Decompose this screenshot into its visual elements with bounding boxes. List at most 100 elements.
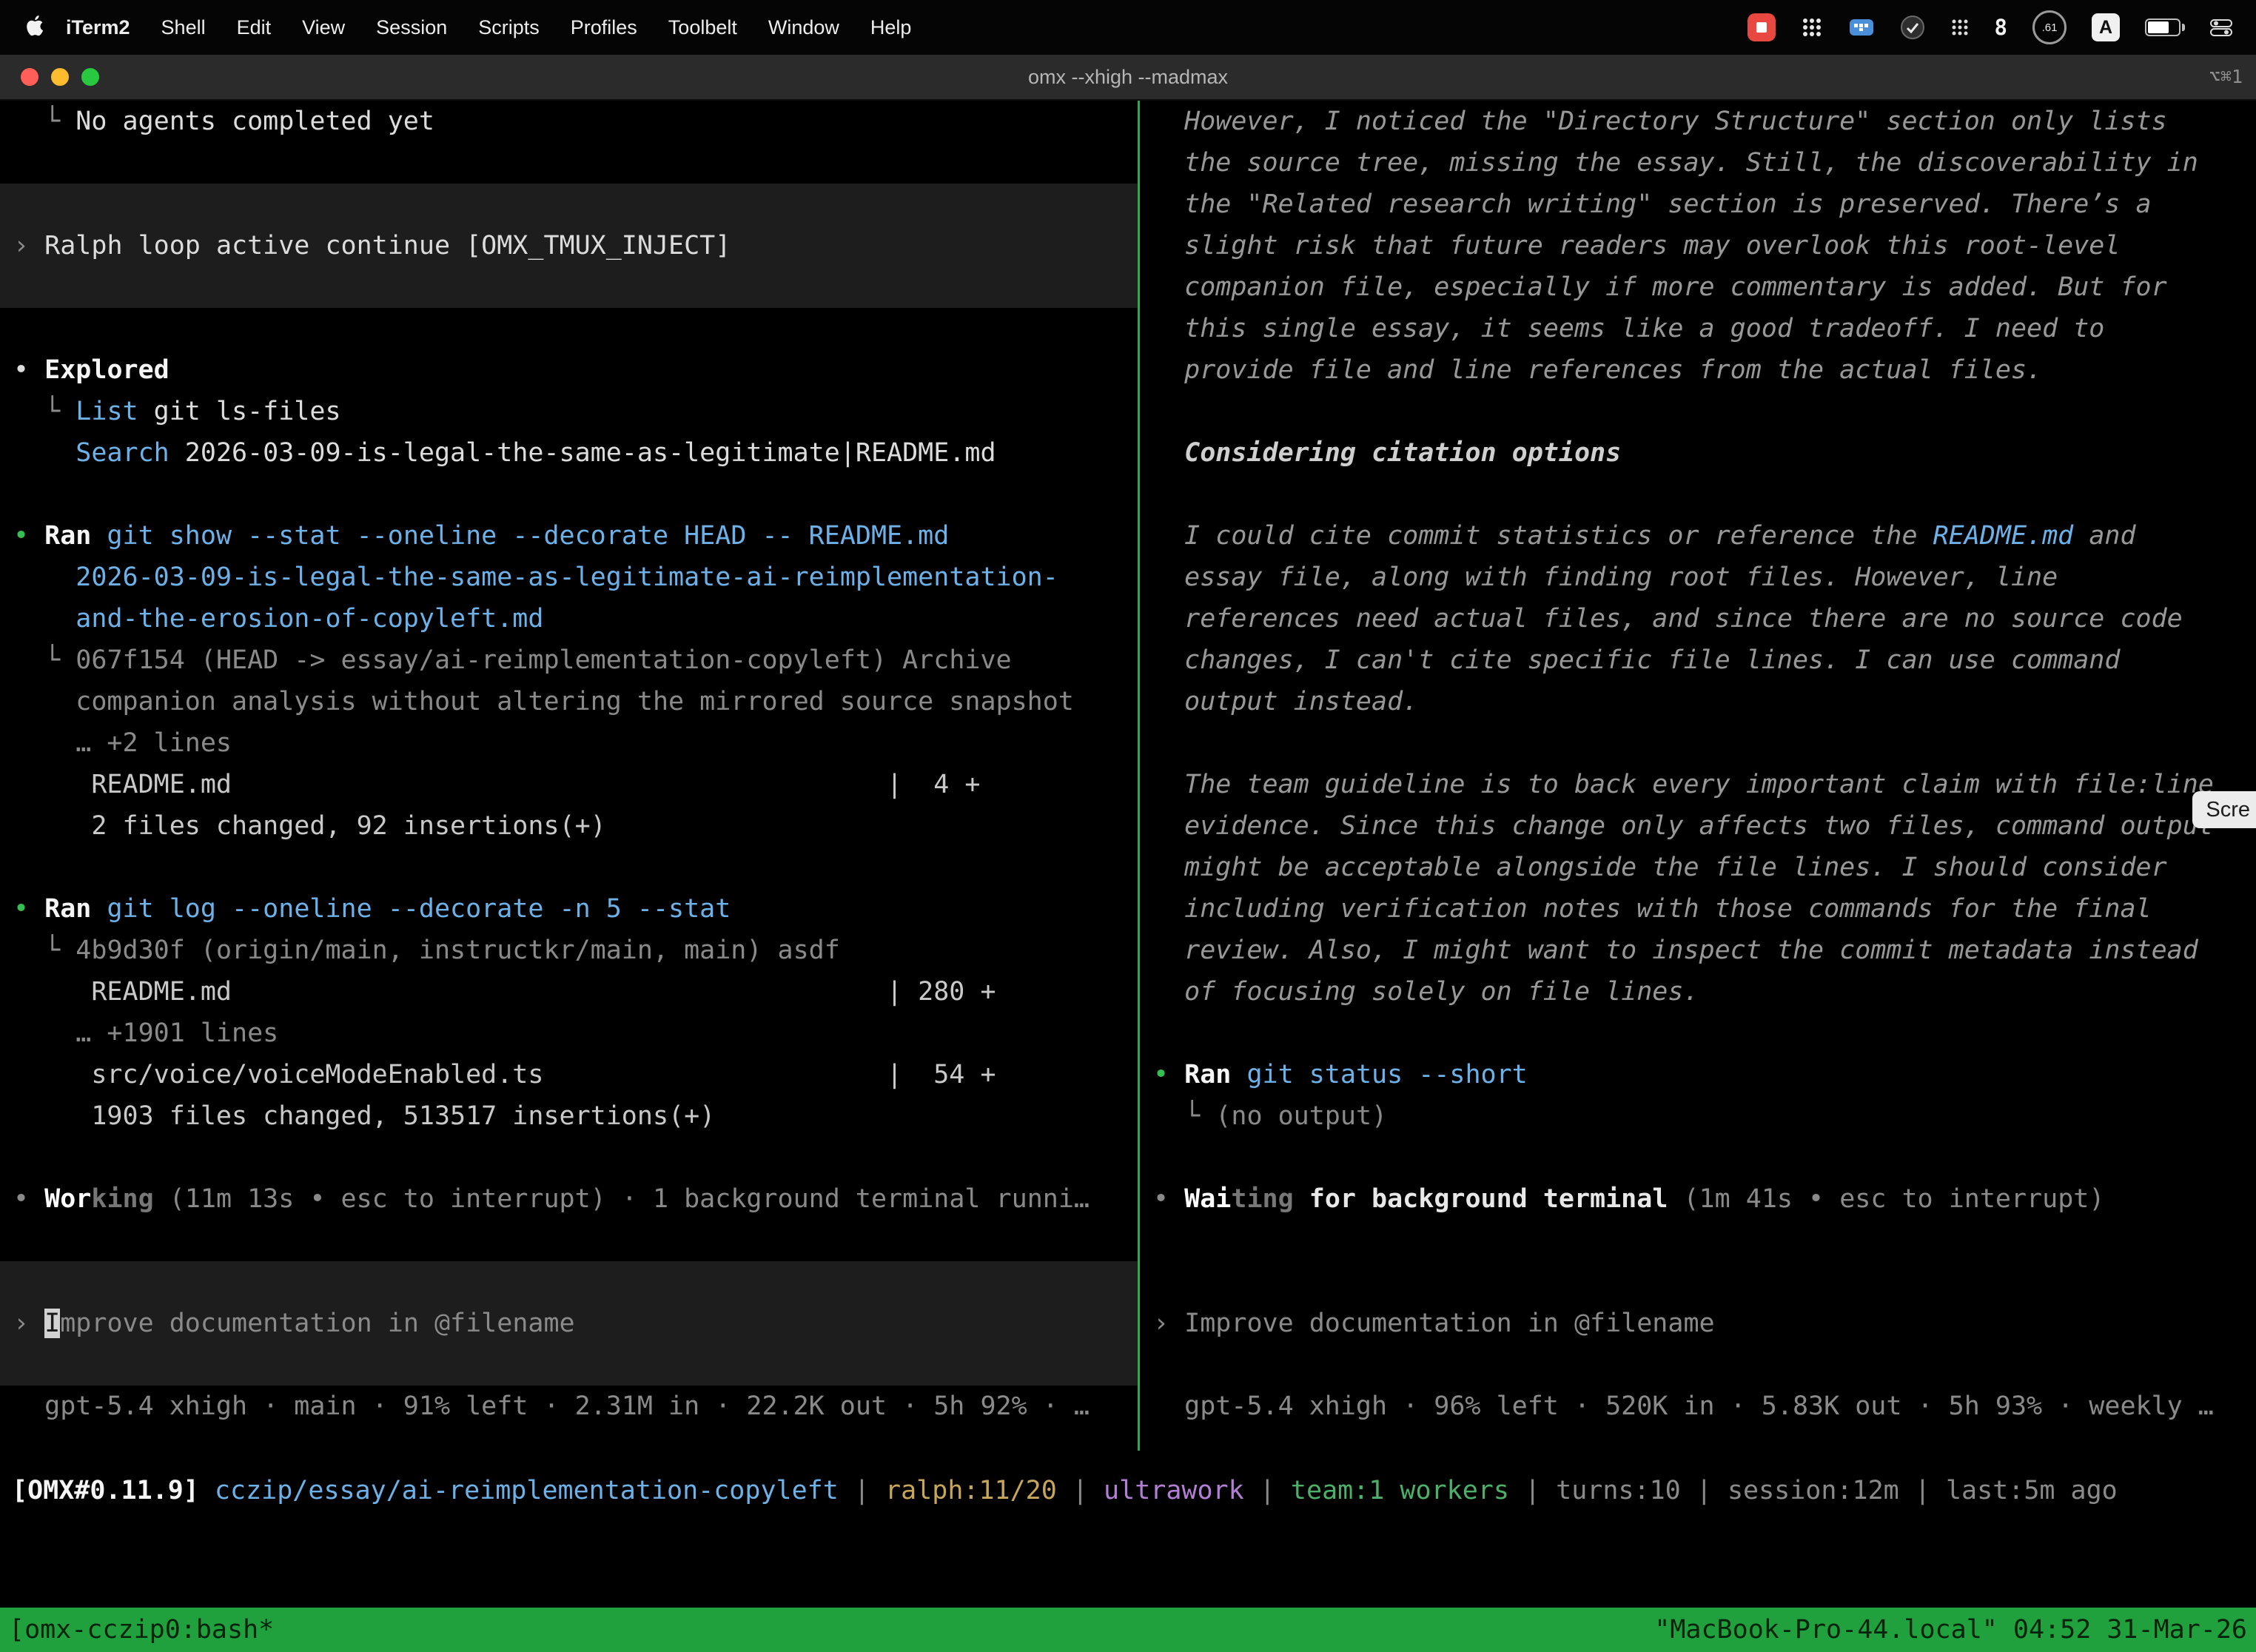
right-terminal-pane[interactable]: However, I noticed the "Directory Struct… (1140, 101, 2256, 1451)
terminal-line: Considering citation options (1140, 432, 2256, 474)
terminal-line: slight risk that future readers may over… (1140, 225, 2256, 266)
terminal-line: … +2 lines (0, 722, 1138, 764)
terminal-line (0, 184, 1138, 225)
terminal-line: changes, I can't cite specific file line… (1140, 639, 2256, 681)
screen-share-tooltip[interactable]: Scre (2192, 791, 2256, 828)
omx-status-line: [OMX#0.11.9] cczip/essay/ai-reimplementa… (0, 1470, 2256, 1511)
terminal-line: of focusing solely on file lines. (1140, 971, 2256, 1013)
terminal-line (1140, 1137, 2256, 1178)
terminal-line: The team guideline is to back every impo… (1140, 764, 2256, 805)
terminal-line: essay file, along with finding root file… (1140, 557, 2256, 598)
prompt-input[interactable]: › Improve documentation in @filename (1140, 1303, 2256, 1344)
terminal-line (1140, 1261, 2256, 1303)
terminal-line (0, 474, 1138, 515)
terminal-line (0, 1220, 1138, 1261)
terminal-line: └ No agents completed yet (0, 101, 1138, 142)
terminal-line: 2 files changed, 92 insertions(+) (0, 805, 1138, 847)
tmux-session-label: [omx-cczip0:bash* (9, 1615, 274, 1645)
omx-status-bar: [OMX#0.11.9] cczip/essay/ai-reimplementa… (0, 1470, 2256, 1511)
terminal-line (0, 1261, 1138, 1303)
input-source-icon[interactable]: A (2092, 13, 2120, 41)
tmux-host-clock: "MacBook-Pro-44.local" 04:52 31-Mar-26 (1654, 1615, 2247, 1645)
grid-icon[interactable] (1801, 16, 1823, 38)
control-center-icon[interactable] (2210, 18, 2232, 37)
terminal-line: the "Related research writing" section i… (1140, 184, 2256, 225)
terminal-line: gpt-5.4 xhigh · 96% left · 520K in · 5.8… (1140, 1386, 2256, 1427)
terminal-line: this single essay, it seems like a good … (1140, 308, 2256, 349)
prompt-input[interactable]: › Improve documentation in @filename (0, 1303, 1138, 1344)
terminal-line: companion file, especially if more comme… (1140, 266, 2256, 308)
terminal-line: src/voice/voiceModeEnabled.ts | 54 + (0, 1054, 1138, 1095)
terminal-line: └ 067f154 (HEAD -> essay/ai-reimplementa… (0, 639, 1138, 681)
battery-icon[interactable] (2145, 19, 2185, 36)
terminal-line: I could cite commit statistics or refere… (1140, 515, 2256, 557)
terminal-line (1140, 1220, 2256, 1261)
docker-icon[interactable] (1848, 16, 1875, 38)
terminal-line: provide file and line references from th… (1140, 349, 2256, 391)
terminal-line: • Waiting for background terminal (1m 41… (1140, 1178, 2256, 1220)
terminal-line (0, 142, 1138, 184)
terminal-line (1140, 1013, 2256, 1054)
menu-item-session[interactable]: Session (360, 0, 463, 55)
terminal-line: references need actual files, and since … (1140, 598, 2256, 639)
terminal-line: review. Also, I might want to inspect th… (1140, 930, 2256, 971)
terminal-line: output instead. (1140, 681, 2256, 722)
terminal-line: • Working (11m 13s • esc to interrupt) ·… (0, 1178, 1138, 1220)
terminal-content: └ No agents completed yet › Ralph loop ac… (0, 101, 2256, 1652)
terminal-line: companion analysis without altering the … (0, 681, 1138, 722)
terminal-line (1140, 722, 2256, 764)
terminal-line: • Ran git status --short (1140, 1054, 2256, 1095)
stats-icon[interactable]: 8 (1995, 15, 2007, 40)
terminal-line: … +1901 lines (0, 1013, 1138, 1054)
terminal-line: 2026-03-09-is-legal-the-same-as-legitima… (0, 557, 1138, 598)
terminal-line: README.md | 280 + (0, 971, 1138, 1013)
terminal-line: └ List git ls-files (0, 391, 1138, 432)
terminal-line: • Ran git log --oneline --decorate -n 5 … (0, 888, 1138, 930)
menu-item-shell[interactable]: Shell (146, 0, 221, 55)
terminal-line: gpt-5.4 xhigh · main · 91% left · 2.31M … (0, 1386, 1138, 1427)
menu-item-window[interactable]: Window (753, 0, 855, 55)
terminal-line: However, I noticed the "Directory Struct… (1140, 101, 2256, 142)
menu-item-profiles[interactable]: Profiles (555, 0, 653, 55)
apple-logo-icon (26, 16, 44, 39)
menu-item-toolbelt[interactable]: Toolbelt (653, 0, 753, 55)
terminal-line: 1903 files changed, 513517 insertions(+) (0, 1095, 1138, 1137)
dots-grid-icon[interactable] (1950, 18, 1970, 37)
screen-recording-icon[interactable] (1748, 13, 1776, 41)
apple-menu[interactable] (19, 16, 50, 39)
menu-item-scripts[interactable]: Scripts (463, 0, 555, 55)
terminal-line: └ 4b9d30f (origin/main, instructkr/main,… (0, 930, 1138, 971)
terminal-line (0, 1344, 1138, 1386)
macos-menu-bar: iTerm2 Shell Edit View Session Scripts P… (0, 0, 2256, 55)
terminal-line (1140, 391, 2256, 432)
ralph-loop-banner[interactable]: › Ralph loop active continue [OMX_TMUX_I… (0, 225, 1138, 266)
terminal-line: • Ran git show --stat --oneline --decora… (0, 515, 1138, 557)
tmux-status-bar: [omx-cczip0:bash* "MacBook-Pro-44.local"… (0, 1608, 2256, 1652)
terminal-line: including verification notes with those … (1140, 888, 2256, 930)
battery-percent-icon[interactable]: .61 (2032, 10, 2067, 44)
terminal-line (1140, 474, 2256, 515)
menu-item-iterm2[interactable]: iTerm2 (50, 0, 146, 55)
terminal-line: the source tree, missing the essay. Stil… (1140, 142, 2256, 184)
terminal-line: README.md | 4 + (0, 764, 1138, 805)
window-title: omx --xhigh --madmax (0, 55, 2256, 99)
terminal-line: • Explored (0, 349, 1138, 391)
menu-bar-left: iTerm2 Shell Edit View Session Scripts P… (19, 0, 927, 55)
menu-item-view[interactable]: View (286, 0, 360, 55)
terminal-line: and-the-erosion-of-copyleft.md (0, 598, 1138, 639)
terminal-line: Search 2026-03-09-is-legal-the-same-as-l… (0, 432, 1138, 474)
dark-circle-icon[interactable] (1900, 15, 1925, 40)
terminal-line (0, 1137, 1138, 1178)
terminal-line: evidence. Since this change only affects… (1140, 805, 2256, 847)
terminal-line (1140, 1344, 2256, 1386)
terminal-line: └ (no output) (1140, 1095, 2256, 1137)
window-title-bar[interactable]: omx --xhigh --madmax ⌥⌘1 (0, 55, 2256, 101)
menu-bar-status-area: 8 .61 A (1748, 10, 2237, 44)
terminal-line: might be acceptable alongside the file l… (1140, 847, 2256, 888)
menu-item-edit[interactable]: Edit (221, 0, 287, 55)
left-terminal-pane[interactable]: └ No agents completed yet › Ralph loop ac… (0, 101, 1138, 1451)
terminal-line (0, 308, 1138, 349)
window-shortcut-badge: ⌥⌘1 (2209, 55, 2243, 99)
terminal-line (0, 266, 1138, 308)
menu-item-help[interactable]: Help (855, 0, 927, 55)
